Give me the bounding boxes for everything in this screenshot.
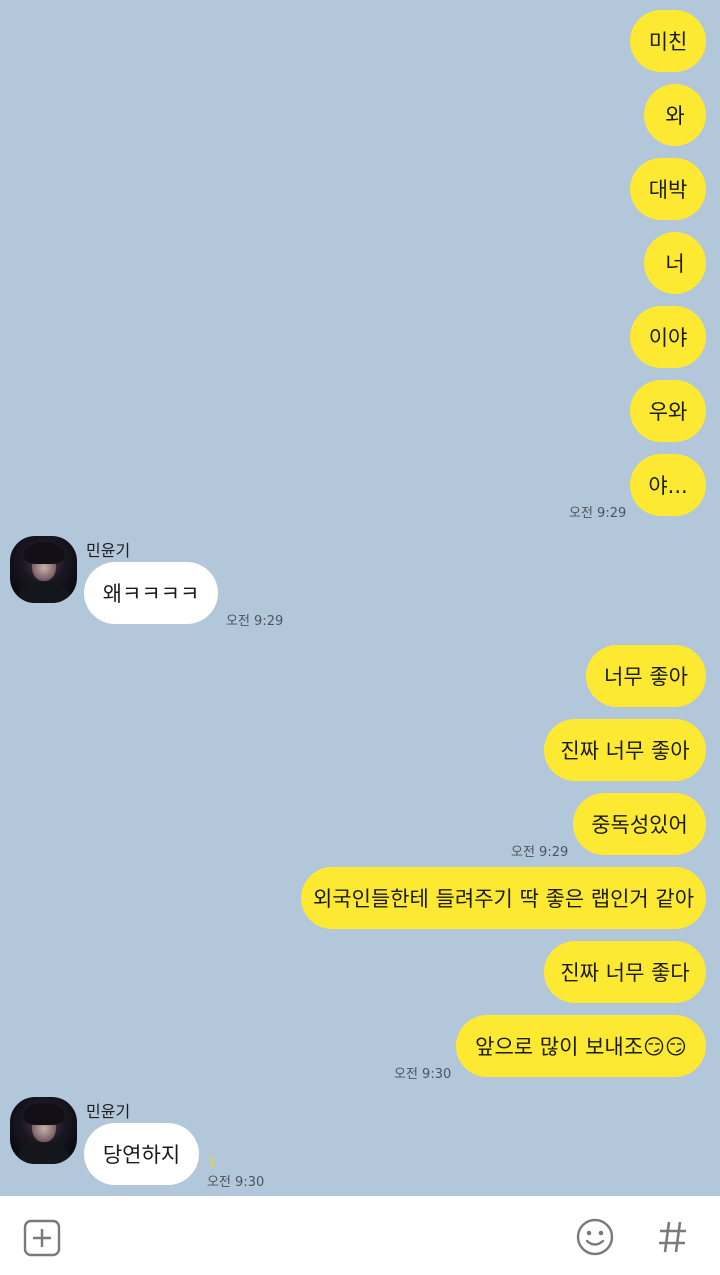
message-timestamp: 오전 9:29	[511, 845, 569, 860]
message-bubble[interactable]: 미친	[630, 10, 706, 72]
message-bubble[interactable]: 와	[644, 84, 706, 146]
avatar-photo	[24, 542, 64, 564]
message-bubble[interactable]: 진짜 너무 좋아	[544, 719, 706, 781]
message-timestamp: 오전 9:29	[226, 614, 284, 629]
sender-name: 민윤기	[86, 541, 131, 560]
message-bubble[interactable]: 야...	[630, 454, 706, 516]
message-bubble[interactable]: 너	[644, 232, 706, 294]
message-bubble[interactable]: 중독성있어	[573, 793, 706, 855]
message-timestamp: 오전 9:29	[569, 506, 627, 521]
plus-square-icon[interactable]	[22, 1218, 62, 1262]
message-bubble[interactable]: 왜ㅋㅋㅋㅋ	[84, 562, 218, 624]
message-bubble[interactable]: 외국인들한테 들려주기 딱 좋은 랩인거 같아	[301, 867, 706, 929]
avatar[interactable]	[10, 1097, 77, 1164]
avatar-photo	[24, 1103, 64, 1125]
message-timestamp: 오전 9:30	[394, 1067, 452, 1082]
sender-name: 민윤기	[86, 1102, 131, 1121]
unread-count-badge: 1	[208, 1155, 216, 1169]
avatar-photo	[18, 582, 70, 603]
message-timestamp: 오전 9:30	[207, 1175, 265, 1190]
message-bubble[interactable]: 우와	[630, 380, 706, 442]
message-bubble[interactable]: 대박	[630, 158, 706, 220]
message-bubble[interactable]: 앞으로 많이 보내조😏😏	[456, 1015, 706, 1077]
message-bubble[interactable]: 당연하지	[84, 1123, 199, 1185]
message-bubble[interactable]: 너무 좋아	[586, 645, 706, 707]
smiley-icon[interactable]	[575, 1217, 615, 1261]
message-bubble[interactable]: 진짜 너무 좋다	[544, 941, 706, 1003]
message-input-bar	[0, 1196, 720, 1275]
message-bubble[interactable]: 이야	[630, 306, 706, 368]
hash-icon[interactable]	[656, 1217, 690, 1261]
avatar[interactable]	[10, 536, 77, 603]
avatar-photo	[18, 1143, 70, 1164]
